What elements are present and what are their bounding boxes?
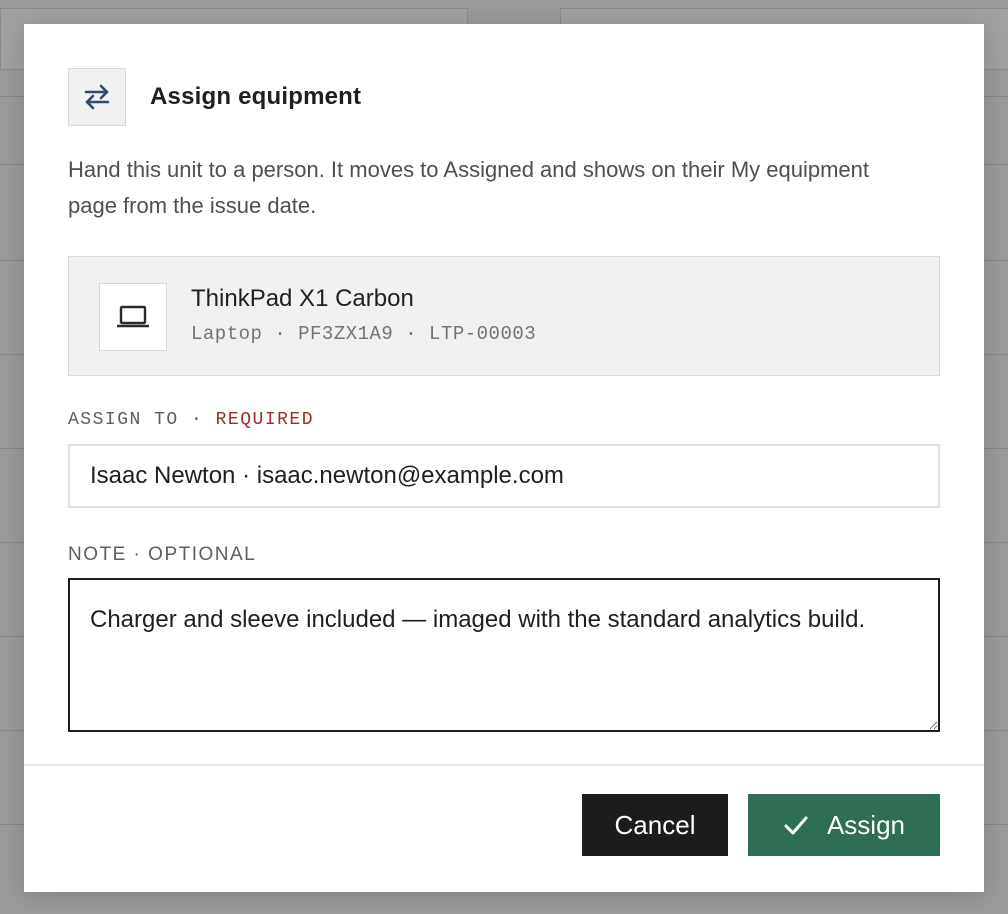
- cancel-button[interactable]: Cancel: [582, 794, 728, 856]
- cancel-button-label: Cancel: [614, 809, 696, 840]
- required-indicator: REQUIRED: [215, 410, 315, 430]
- laptop-icon: [99, 283, 167, 351]
- dialog-title: Assign equipment: [150, 83, 362, 110]
- equipment-name: ThinkPad X1 Carbon: [191, 285, 414, 312]
- swap-arrows-icon: [68, 68, 126, 126]
- assign-button-label: Assign: [826, 809, 906, 840]
- assign-equipment-dialog: Assign equipment Hand this unit to a per…: [24, 24, 984, 892]
- assign-to-label: ASSIGN TO · REQUIRED: [68, 410, 314, 430]
- dialog-description: Hand this unit to a person. It moves to …: [68, 157, 870, 218]
- assign-to-input[interactable]: [68, 444, 940, 508]
- assign-to-label-text: ASSIGN TO ·: [68, 410, 216, 430]
- footer-divider: [24, 764, 984, 766]
- assign-button[interactable]: Assign: [748, 794, 940, 856]
- dialog-header: Assign equipment: [68, 68, 361, 126]
- check-icon: [783, 814, 809, 836]
- equipment-meta: Laptop · PF3ZX1A9 · LTP-00003: [191, 323, 537, 345]
- note-textarea[interactable]: [68, 578, 940, 732]
- equipment-summary-card: ThinkPad X1 Carbon Laptop · PF3ZX1A9 · L…: [68, 256, 940, 376]
- note-label: NOTE · OPTIONAL: [68, 544, 257, 565]
